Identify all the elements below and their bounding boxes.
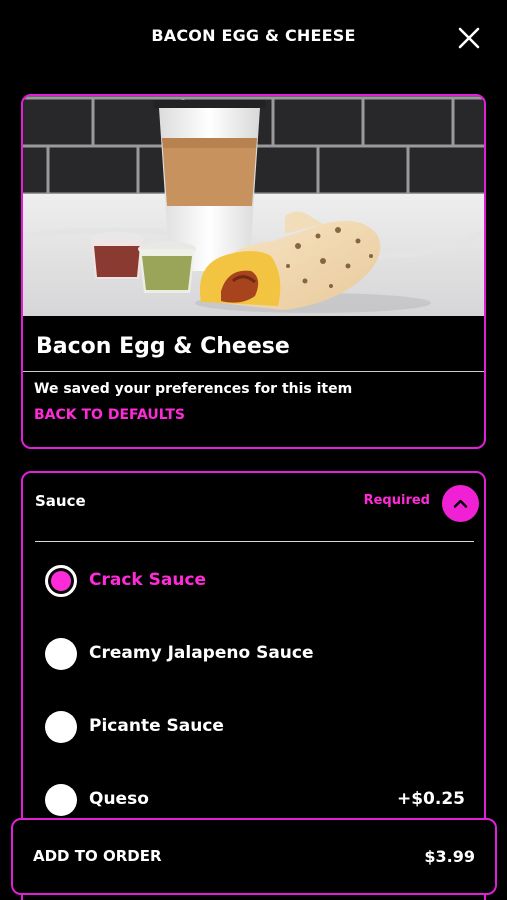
divider: [23, 371, 484, 372]
divider: [35, 541, 474, 542]
option-label: Creamy Jalapeno Sauce: [89, 643, 314, 663]
item-customization-screen: BACON EGG & CHEESE Bacon Egg & Cheese We…: [0, 0, 507, 900]
collapse-section-button[interactable]: [442, 485, 479, 522]
add-to-order-button[interactable]: ADD TO ORDER $3.99: [11, 818, 497, 895]
page-title: BACON EGG & CHEESE: [151, 26, 356, 45]
sauce-option-crack-sauce[interactable]: Crack Sauce: [45, 564, 465, 598]
option-label: Queso: [89, 789, 149, 809]
close-icon: [458, 27, 480, 49]
radio-button[interactable]: [45, 784, 77, 816]
product-name: Bacon Egg & Cheese: [36, 334, 290, 359]
chevron-up-icon: [453, 499, 468, 508]
order-total: $3.99: [424, 847, 475, 866]
required-badge: Required: [363, 493, 430, 508]
product-card: Bacon Egg & Cheese We saved your prefere…: [21, 94, 486, 449]
sauce-option-creamy-jalapeno[interactable]: Creamy Jalapeno Sauce: [45, 637, 465, 671]
add-to-order-label: ADD TO ORDER: [33, 847, 162, 865]
header: BACON EGG & CHEESE: [0, 0, 507, 74]
close-button[interactable]: [455, 24, 483, 52]
back-to-defaults-link[interactable]: BACK TO DEFAULTS: [34, 407, 185, 423]
product-image: [23, 96, 484, 316]
radio-button[interactable]: [45, 711, 77, 743]
option-price: +$0.25: [396, 789, 465, 809]
sauce-option-queso[interactable]: Queso +$0.25: [45, 783, 465, 817]
option-label: Picante Sauce: [89, 716, 224, 736]
radio-button[interactable]: [45, 638, 77, 670]
option-label: Crack Sauce: [89, 570, 207, 590]
sauce-option-picante[interactable]: Picante Sauce: [45, 710, 465, 744]
section-title: Sauce: [35, 492, 86, 510]
saved-preferences-message: We saved your preferences for this item: [34, 381, 353, 397]
radio-button-selected[interactable]: [45, 565, 77, 597]
